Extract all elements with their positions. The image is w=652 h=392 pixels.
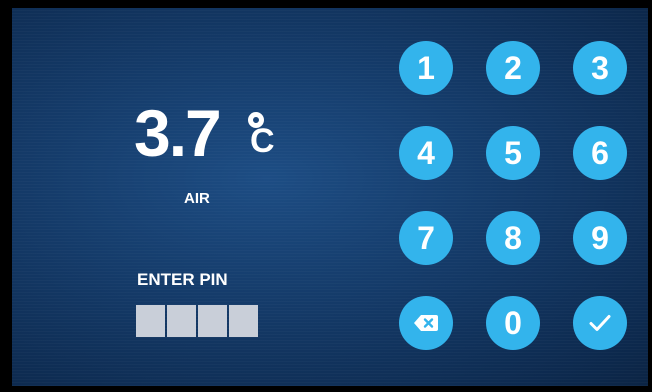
key-7[interactable]: 7 [399, 211, 453, 265]
key-5[interactable]: 5 [486, 126, 540, 180]
key-2[interactable]: 2 [486, 41, 540, 95]
key-0[interactable]: 0 [486, 296, 540, 350]
key-4[interactable]: 4 [399, 126, 453, 180]
key-8[interactable]: 8 [486, 211, 540, 265]
device-frame: 3.7 C AIR ENTER PIN 1 2 3 4 5 6 7 8 9 0 [0, 0, 652, 392]
check-icon [589, 314, 611, 332]
key-9[interactable]: 9 [573, 211, 627, 265]
key-6[interactable]: 6 [573, 126, 627, 180]
touch-screen: 3.7 C AIR ENTER PIN 1 2 3 4 5 6 7 8 9 0 [12, 8, 648, 386]
backspace-button[interactable] [399, 296, 453, 350]
key-3[interactable]: 3 [573, 41, 627, 95]
numeric-keypad: 1 2 3 4 5 6 7 8 9 0 [12, 8, 648, 386]
key-1[interactable]: 1 [399, 41, 453, 95]
confirm-button[interactable] [573, 296, 627, 350]
backspace-icon [414, 315, 438, 331]
